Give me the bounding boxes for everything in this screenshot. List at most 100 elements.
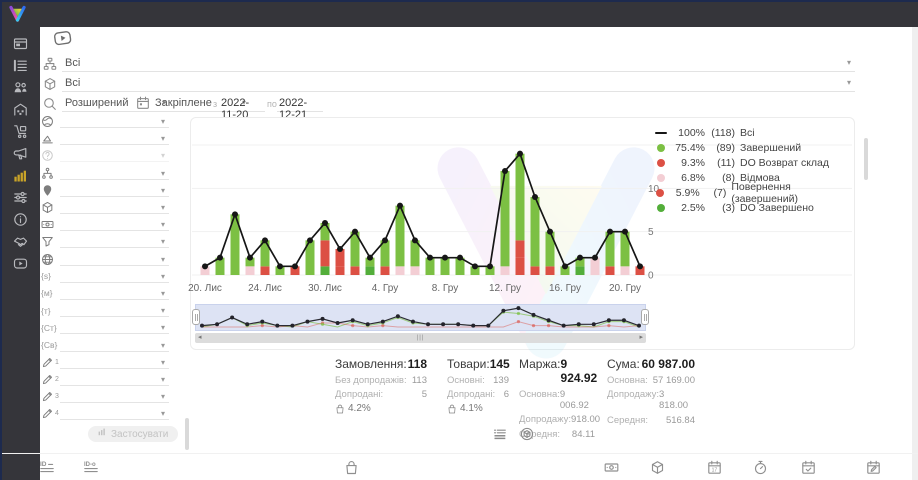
brace-label: {s} [41, 270, 60, 283]
sidebar-item-info[interactable] [0, 208, 40, 230]
handshake-icon [13, 234, 28, 249]
filter-select-9[interactable]: ▾ [60, 270, 169, 283]
date-to-input[interactable]: 2022-12-21 [277, 95, 323, 112]
range-handle-left[interactable] [192, 309, 200, 325]
filter-select-13[interactable]: ▾ [60, 339, 169, 352]
stat-sub-value: 57 169.00 [653, 375, 695, 386]
svg-text:17: 17 [712, 468, 718, 474]
range-handle-right[interactable] [641, 309, 649, 325]
chevron-down-icon: ▾ [161, 410, 165, 418]
tutorial-video-button[interactable] [50, 27, 75, 48]
filter-select-17[interactable]: ▾ [60, 407, 169, 420]
legend-dot-swatch [657, 144, 665, 152]
top-bar [0, 0, 918, 27]
stat-sub-label: Основна: [519, 389, 560, 411]
legend-item-0[interactable]: 100%(118)Всі [654, 125, 846, 140]
chevron-down-icon: ▾ [161, 273, 165, 281]
filter-row-17: 4▾ [41, 405, 169, 422]
filter-select-0[interactable]: ▾ [60, 115, 169, 128]
apply-filters-button[interactable]: Застосувати [88, 426, 178, 442]
stat-sub-value: 918.00 [571, 414, 600, 425]
bag-icon [335, 404, 345, 414]
column-header-timer-icon[interactable] [753, 460, 768, 475]
scroll-right-arrow[interactable]: ▸ [639, 333, 643, 343]
calendar-date-icon: 17 [707, 460, 722, 475]
chevron-down-icon: ▾ [161, 342, 165, 350]
filter-select-10[interactable]: ▾ [60, 287, 169, 300]
globe-grid-icon [41, 253, 54, 266]
filter-row-12: {Ст}▾ [41, 319, 169, 336]
sidebar-item-analytics-chart[interactable] [0, 164, 40, 186]
column-header-id-dash-icon[interactable]: ID-o [84, 460, 99, 475]
pencil-icon: 1 [41, 356, 60, 369]
calendar-check-icon [801, 460, 816, 475]
legend-label: Завершений [740, 142, 801, 154]
stat-column-0: Замовлення:118Без допродажів:113Допродан… [335, 357, 427, 414]
filter-select-11[interactable]: ▾ [60, 304, 169, 317]
filter-select-16[interactable]: ▾ [60, 390, 169, 403]
svg-text:20. Гру: 20. Гру [609, 283, 641, 294]
brace-label-text: {м} [41, 288, 53, 298]
filter-select-15[interactable]: ▾ [60, 373, 169, 386]
sidebar-item-video[interactable] [0, 252, 40, 274]
sidebar-item-handshake[interactable] [0, 230, 40, 252]
view-toggles [493, 427, 534, 441]
chevron-down-icon: ▾ [161, 170, 165, 178]
column-header-id-list-icon[interactable]: ID [40, 460, 55, 475]
sidebar-item-cart[interactable] [0, 120, 40, 142]
stat-sub-value: 113 [412, 375, 427, 386]
column-header-calendar-date-icon[interactable]: 17 [707, 460, 722, 475]
video-icon [13, 256, 28, 271]
filter-scrollbar-thumb[interactable] [185, 418, 189, 450]
filter-select-14[interactable]: ▾ [60, 356, 169, 369]
product-select[interactable]: Всі ▾ [62, 75, 855, 92]
stat-value: 60 987.00 [642, 357, 695, 371]
money-icon [41, 218, 54, 231]
column-header-bag-icon[interactable] [344, 460, 359, 475]
filter-select-12[interactable]: ▾ [60, 321, 169, 334]
list-view-toggle[interactable] [493, 427, 507, 441]
filter-select-8[interactable]: ▾ [60, 253, 169, 266]
filter-row-6: ▾ [41, 216, 169, 233]
cart-icon [13, 124, 28, 139]
pencil-icon [41, 407, 54, 420]
stat-sub-value: 3 818.00 [659, 389, 695, 411]
legend-item-1[interactable]: 75.4%(89)Завершений [654, 140, 846, 155]
sidebar-item-warehouse[interactable] [0, 98, 40, 120]
chevron-down-icon: ▾ [161, 393, 165, 401]
filter-select-5[interactable]: ▾ [60, 201, 169, 214]
legend-percent: 9.3% [671, 157, 705, 169]
legend-item-4[interactable]: 5.9%(7)Повернення (завершений) [654, 185, 846, 200]
legend-item-2[interactable]: 9.3%(11)DO Возврат склад [654, 155, 846, 170]
column-header-cube-icon[interactable] [650, 460, 665, 475]
filter-select-3[interactable]: ▾ [60, 167, 169, 180]
filter-select-7[interactable]: ▾ [60, 235, 169, 248]
filter-sidebar: ▾▾▾▾▾▾▾▾▾{s}▾{м}▾{т}▾{Ст}▾{Св}▾1▾2▾3▾4▾ [41, 113, 169, 422]
column-header-money-icon[interactable] [604, 460, 619, 475]
filter-row-15: 2▾ [41, 371, 169, 388]
filter-select-1[interactable]: ▾ [60, 132, 169, 145]
sidebar-item-customers[interactable] [0, 76, 40, 98]
scroll-left-arrow[interactable]: ◂ [198, 333, 202, 343]
column-header-calendar-edit-icon[interactable] [866, 460, 881, 475]
filter-select-4[interactable]: ▾ [60, 184, 169, 197]
source-select[interactable]: Всі ▾ [62, 55, 855, 72]
brace-label: {Св} [41, 339, 60, 352]
panel-scrollbar-thumb[interactable] [864, 138, 868, 180]
column-header-calendar-check-icon[interactable] [801, 460, 816, 475]
sidebar-item-orders-list[interactable] [0, 54, 40, 76]
brace-label: {м} [41, 287, 60, 300]
date-from-input[interactable]: 2022-11-20 [219, 95, 265, 112]
window-scrollbar-track[interactable] [912, 27, 918, 480]
sidebar-item-dashboard[interactable] [0, 32, 40, 54]
scrollbar-grip[interactable]: ||| [417, 333, 425, 343]
cube-view-toggle[interactable] [520, 427, 534, 441]
filter-select-2[interactable]: ▾ [60, 149, 169, 162]
sidebar-item-megaphone[interactable] [0, 142, 40, 164]
filter-select-6[interactable]: ▾ [60, 218, 169, 231]
pencil-icon: 4 [41, 407, 60, 420]
chevron-down-icon: ▾ [161, 221, 165, 229]
stat-sub-value: 516.84 [666, 415, 695, 426]
sidebar-item-settings-sliders[interactable] [0, 186, 40, 208]
chart-scrollbar[interactable]: ◂ ||| ▸ [195, 333, 646, 343]
